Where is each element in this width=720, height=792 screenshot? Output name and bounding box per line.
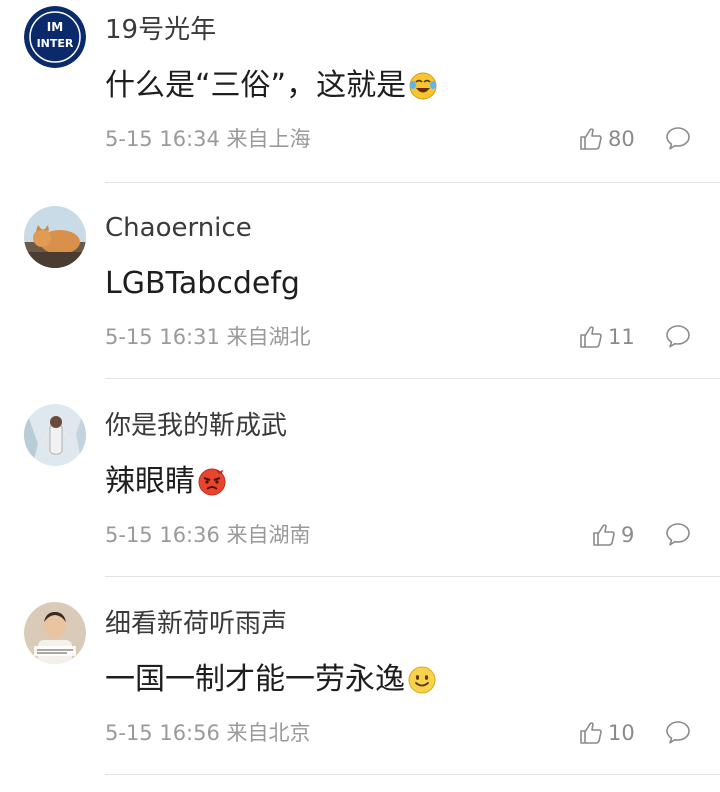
comment-meta: 5-15 16:36 来自湖南 bbox=[105, 523, 311, 547]
thumbs-up-icon bbox=[580, 722, 602, 744]
comment-item: Chaoernice LGBTabcdefg 5-15 16:31 来自湖北 1… bbox=[0, 198, 720, 396]
comment-text-row: LGBTabcdefg bbox=[105, 264, 300, 304]
tears-of-joy-emoji-icon bbox=[409, 72, 437, 100]
comment-meta: 5-15 16:31 来自湖北 bbox=[105, 325, 311, 349]
like-count: 9 bbox=[621, 523, 635, 547]
thumbs-up-icon bbox=[580, 326, 602, 348]
svg-text:IM: IM bbox=[47, 20, 63, 34]
avatar[interactable]: IM INTER bbox=[24, 6, 86, 68]
username[interactable]: 细看新荷听雨声 bbox=[105, 608, 287, 640]
comment-text: 一国一制才能一劳永逸 bbox=[105, 662, 405, 697]
reply-bubble-icon[interactable] bbox=[664, 718, 692, 746]
cat-photo-icon bbox=[24, 206, 86, 268]
inter-logo-icon: IM INTER bbox=[24, 6, 86, 68]
like-count: 80 bbox=[608, 127, 635, 151]
divider bbox=[105, 576, 720, 577]
username[interactable]: 你是我的靳成武 bbox=[105, 410, 287, 442]
like-button[interactable]: 10 bbox=[578, 717, 635, 749]
comment-text-row: 辣眼睛 bbox=[105, 462, 227, 502]
comment-text: 辣眼睛 bbox=[105, 464, 195, 499]
comment-text-row: 一国一制才能一劳永逸 bbox=[105, 660, 437, 700]
divider bbox=[105, 774, 720, 775]
meme-photo-icon bbox=[24, 602, 86, 664]
avatar[interactable] bbox=[24, 404, 86, 466]
comment-text: LGBTabcdefg bbox=[105, 266, 300, 301]
comment-item: IM INTER 19号光年 什么是“三俗”，这就是 5-15 16:34 来自… bbox=[0, 0, 720, 198]
like-count: 11 bbox=[608, 325, 635, 349]
comment-text-row: 什么是“三俗”，这就是 bbox=[105, 66, 438, 106]
avatar[interactable] bbox=[24, 206, 86, 268]
divider bbox=[105, 182, 720, 183]
inter-logo-label: INTER bbox=[37, 37, 74, 50]
like-button[interactable]: 80 bbox=[578, 123, 635, 155]
snow-photo-icon bbox=[24, 404, 86, 466]
comment-item: 细看新荷听雨声 一国一制才能一劳永逸 5-15 16:56 来自北京 10 bbox=[0, 594, 720, 792]
comment-item: 你是我的靳成武 辣眼睛 5-15 16:36 来自湖南 9 bbox=[0, 396, 720, 594]
reply-bubble-icon[interactable] bbox=[664, 322, 692, 350]
comment-text: 什么是“三俗”，这就是 bbox=[105, 68, 407, 103]
reply-bubble-icon[interactable] bbox=[664, 520, 692, 548]
smile-emoji-icon bbox=[408, 666, 436, 694]
username[interactable]: 19号光年 bbox=[105, 14, 216, 46]
divider bbox=[105, 378, 720, 379]
thumbs-up-icon bbox=[580, 128, 602, 150]
thumbs-up-icon bbox=[593, 524, 615, 546]
like-button[interactable]: 11 bbox=[578, 321, 635, 353]
username[interactable]: Chaoernice bbox=[105, 212, 252, 244]
avatar[interactable] bbox=[24, 602, 86, 664]
angry-face-emoji-icon bbox=[198, 468, 226, 496]
comment-meta: 5-15 16:56 来自北京 bbox=[105, 721, 311, 745]
reply-bubble-icon[interactable] bbox=[664, 124, 692, 152]
like-count: 10 bbox=[608, 721, 635, 745]
comment-meta: 5-15 16:34 来自上海 bbox=[105, 127, 311, 151]
like-button[interactable]: 9 bbox=[591, 519, 634, 551]
